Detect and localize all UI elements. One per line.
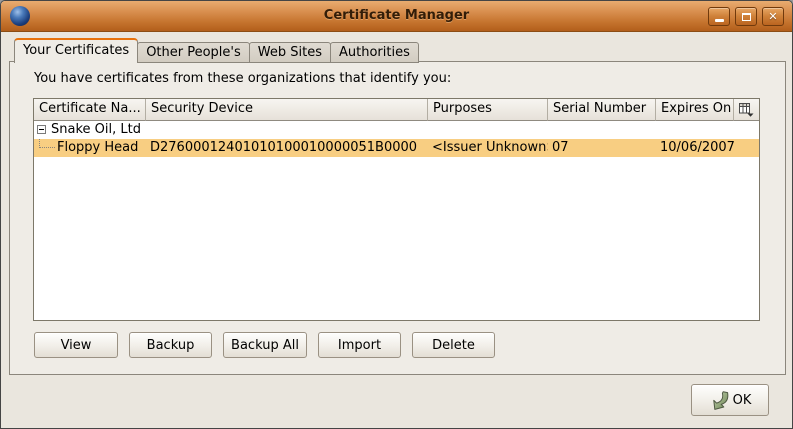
window-controls: ✕ xyxy=(708,7,784,26)
column-picker-icon xyxy=(739,103,754,117)
tab-your-certificates[interactable]: Your Certificates xyxy=(14,38,138,63)
cell-serial-number: 07 xyxy=(548,139,656,157)
tree-collapse-icon[interactable] xyxy=(37,125,46,134)
table-row-certificate-selected[interactable]: Floppy Head D27600012401010100010000051B… xyxy=(34,139,759,157)
certificate-table: Certificate Na... Security Device Purpos… xyxy=(33,98,760,321)
column-header-purposes[interactable]: Purposes xyxy=(428,99,548,121)
close-icon: ✕ xyxy=(768,10,777,23)
maximize-icon xyxy=(742,13,751,21)
cell-purposes: <Issuer Unknown> xyxy=(428,139,548,157)
close-button[interactable]: ✕ xyxy=(762,7,784,26)
table-row-organization[interactable]: Snake Oil, Ltd xyxy=(34,121,759,139)
column-header-security-device[interactable]: Security Device xyxy=(146,99,428,121)
certificate-manager-window: Certificate Manager ✕ Your Certificates … xyxy=(0,0,793,429)
backup-all-button[interactable]: Backup All xyxy=(223,332,307,358)
ok-button[interactable]: OK xyxy=(691,384,769,416)
tab-authorities[interactable]: Authorities xyxy=(330,42,419,63)
cell-security-device: D27600012401010100010000051B0000 xyxy=(146,139,428,157)
organization-label: Snake Oil, Ltd xyxy=(51,122,141,137)
minimize-button[interactable] xyxy=(708,7,730,26)
ok-enter-arrow-icon xyxy=(709,390,730,411)
minimize-icon xyxy=(715,19,724,22)
tab-web-sites[interactable]: Web Sites xyxy=(249,42,331,63)
cell-certificate-name: Floppy Head xyxy=(34,139,146,157)
tree-branch-line xyxy=(39,139,55,148)
window-title: Certificate Manager xyxy=(1,1,792,31)
maximize-button[interactable] xyxy=(735,7,757,26)
certificate-name: Floppy Head xyxy=(57,140,138,155)
view-button[interactable]: View xyxy=(34,332,118,358)
delete-button[interactable]: Delete xyxy=(412,332,495,358)
ok-button-label: OK xyxy=(733,393,752,408)
action-button-row: View Backup Backup All Import Delete xyxy=(34,332,495,358)
tab-bar: Your Certificates Other People's Web Sit… xyxy=(14,38,419,63)
column-header-expires-on[interactable]: Expires On xyxy=(656,99,734,121)
backup-button[interactable]: Backup xyxy=(129,332,212,358)
tab-other-peoples[interactable]: Other People's xyxy=(137,42,250,63)
table-header: Certificate Na... Security Device Purpos… xyxy=(34,99,759,121)
import-button[interactable]: Import xyxy=(318,332,401,358)
cell-expires-on: 10/06/2007 xyxy=(656,139,734,157)
titlebar[interactable]: Certificate Manager ✕ xyxy=(1,1,792,32)
column-header-serial-number[interactable]: Serial Number xyxy=(548,99,656,121)
table-body[interactable]: Snake Oil, Ltd Floppy Head D276000124010… xyxy=(34,121,759,157)
column-header-certificate-name[interactable]: Certificate Na... xyxy=(34,99,146,121)
intro-text: You have certificates from these organiz… xyxy=(34,71,451,86)
column-picker-button[interactable] xyxy=(734,99,759,121)
